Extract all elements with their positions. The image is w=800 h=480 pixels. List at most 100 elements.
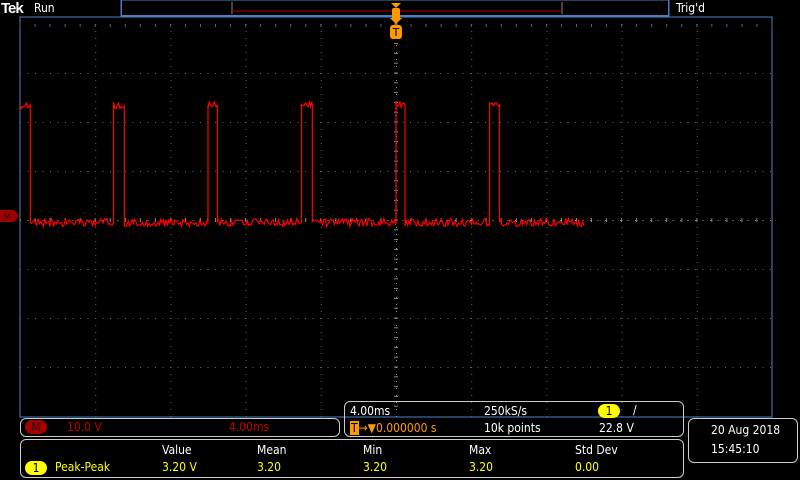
- grid-dot: [433, 269, 434, 270]
- grid-dot: [697, 227, 698, 228]
- grid-dot: [343, 269, 344, 270]
- grid-dot: [733, 122, 734, 123]
- grid-dot: [396, 262, 397, 263]
- grid-dot: [88, 73, 89, 74]
- datetime-box[interactable]: 20 Aug 2018 15:45:10: [688, 418, 798, 463]
- grid-dot: [396, 45, 397, 46]
- grid-dot: [448, 318, 449, 319]
- grid-dot: [553, 73, 554, 74]
- grid-dot: [440, 269, 441, 270]
- grid-dot: [546, 157, 547, 158]
- grid-dot: [246, 325, 247, 326]
- grid-dot: [546, 171, 547, 172]
- grid-dot: [622, 157, 623, 158]
- grid-dot: [140, 367, 141, 368]
- grid-dot: [321, 402, 322, 403]
- grid-dot: [523, 269, 524, 270]
- grid-dot: [95, 360, 96, 361]
- grid-dot: [622, 339, 623, 340]
- grid-dot: [546, 136, 547, 137]
- grid-dot: [35, 269, 36, 270]
- grid-dot: [622, 388, 623, 389]
- grid-dot: [103, 367, 104, 368]
- grid-dot: [658, 171, 659, 172]
- grid-dot: [200, 122, 201, 123]
- grid-dot: [448, 220, 449, 221]
- grid-dot: [523, 73, 524, 74]
- grid-dot: [155, 171, 156, 172]
- grid-dot: [155, 367, 156, 368]
- grid-dot: [471, 255, 472, 256]
- grid-dot: [515, 318, 516, 319]
- grid-dot: [546, 227, 547, 228]
- measurements-box[interactable]: Value Mean Min Max Std Dev 1 Peak-Peak 3…: [20, 439, 684, 478]
- grid-dot: [622, 45, 623, 46]
- grid-dot: [697, 388, 698, 389]
- grid-dot: [410, 367, 411, 368]
- grid-dot: [110, 367, 111, 368]
- grid-dot: [95, 227, 96, 228]
- grid-dot: [471, 150, 472, 151]
- grid-dot: [697, 276, 698, 277]
- grid-dot: [471, 325, 472, 326]
- grid-dot: [433, 171, 434, 172]
- grid-dot: [553, 171, 554, 172]
- measurement-name: Peak-Peak: [55, 460, 110, 474]
- grid-dot: [396, 283, 397, 284]
- grid-dot: [568, 318, 569, 319]
- grid-dot: [170, 269, 171, 270]
- grid-dot: [245, 269, 246, 270]
- grid-dot: [246, 31, 247, 32]
- grid-dot: [35, 367, 36, 368]
- grid-dot: [283, 171, 284, 172]
- grid-dot: [328, 318, 329, 319]
- grid-dot: [193, 73, 194, 74]
- grid-dot: [620, 367, 621, 368]
- grid-dot: [170, 150, 171, 151]
- grid-dot: [538, 318, 539, 319]
- grid-dot: [246, 388, 247, 389]
- grid-dot: [253, 73, 254, 74]
- grid-dot: [396, 234, 397, 235]
- grid-dot: [546, 164, 547, 165]
- grid-dot: [658, 73, 659, 74]
- grid-dot: [185, 73, 186, 74]
- grid-dot: [500, 269, 501, 270]
- grid-dot: [471, 199, 472, 200]
- grid-dot: [635, 318, 636, 319]
- grid-dot: [95, 164, 96, 165]
- grid-dot: [568, 122, 569, 123]
- horizontal-trigger-box[interactable]: 4.00ms T→▼0.000000 s 250kS/s 10k points …: [344, 401, 684, 437]
- grid-dot: [140, 269, 141, 270]
- grid-dot: [622, 129, 623, 130]
- grid-dot: [43, 318, 44, 319]
- grid-dot: [546, 318, 547, 319]
- grid-dot: [246, 192, 247, 193]
- grid-dot: [546, 241, 547, 242]
- grid-dot: [246, 80, 247, 81]
- grid-dot: [95, 122, 96, 123]
- math-channel-box[interactable]: M 10.0 V 4.00ms: [20, 418, 340, 437]
- grid-dot: [246, 227, 247, 228]
- grid-dot: [95, 59, 96, 60]
- grid-dot: [546, 122, 547, 123]
- grid-dot: [275, 171, 276, 172]
- grid-dot: [140, 171, 141, 172]
- grid-dot: [95, 304, 96, 305]
- grid-dot: [321, 332, 322, 333]
- grid-dot: [321, 248, 322, 249]
- grid-dot: [688, 220, 689, 221]
- grid-dot: [478, 269, 479, 270]
- grid-dot: [95, 192, 96, 193]
- grid-dot: [622, 234, 623, 235]
- grid-dot: [95, 80, 96, 81]
- grid-dot: [215, 318, 216, 319]
- grid-dot: [20, 73, 21, 74]
- grid-dot: [680, 367, 681, 368]
- grid-dot: [170, 248, 171, 249]
- grid-dot: [710, 122, 711, 123]
- grid-dot: [622, 262, 623, 263]
- grid-dot: [298, 269, 299, 270]
- grid-dot: [568, 269, 569, 270]
- grid-dot: [230, 269, 231, 270]
